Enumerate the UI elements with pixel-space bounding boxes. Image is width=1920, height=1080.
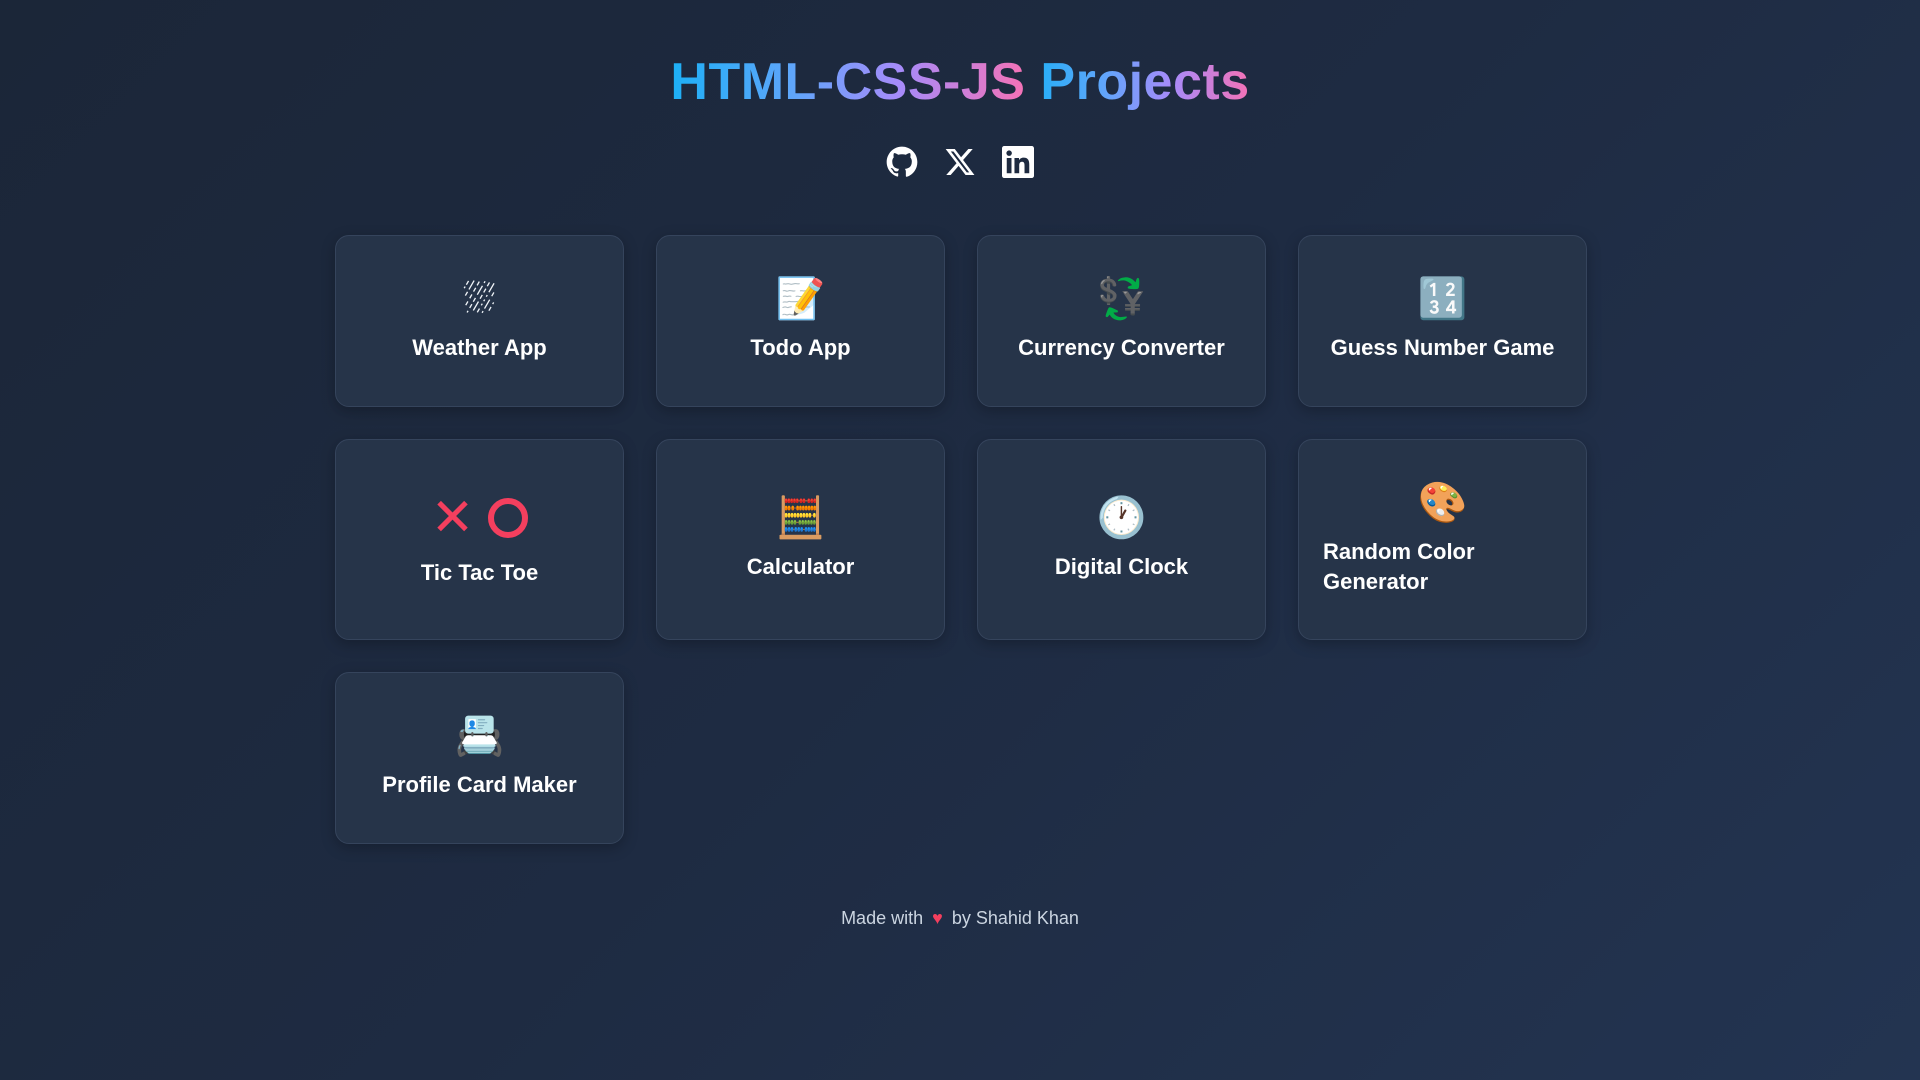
- heart-icon: ♥: [932, 908, 943, 928]
- palette-icon: 🎨: [1417, 480, 1468, 525]
- github-icon: [886, 146, 918, 177]
- x-mark-icon: ✕: [430, 488, 475, 547]
- currency-exchange-icon: 💱: [1096, 277, 1147, 321]
- footer-prefix: Made with: [841, 908, 924, 928]
- project-label: Weather App: [412, 335, 547, 360]
- project-label: Currency Converter: [1018, 335, 1225, 360]
- linkedin-link[interactable]: [1001, 145, 1035, 179]
- project-card-currency-converter[interactable]: 💱 Currency Converter: [977, 235, 1266, 407]
- page-title-part2: Projects: [1025, 53, 1250, 111]
- footer: Made with ♥ by Shahid Khan: [0, 908, 1920, 929]
- project-card-guess-number-game[interactable]: 🔢 Guess Number Game: [1298, 235, 1587, 407]
- linkedin-icon: [1002, 146, 1034, 178]
- project-card-todo-app[interactable]: 📝 Todo App: [656, 235, 945, 407]
- project-card-weather-app[interactable]: ⛆ Weather App: [335, 235, 624, 407]
- x-link[interactable]: [943, 145, 977, 179]
- footer-author: by Shahid Khan: [951, 908, 1079, 928]
- memo-icon: 📝: [775, 277, 826, 321]
- clock-icon: 🕐: [1096, 495, 1147, 540]
- abacus-icon: 🧮: [775, 495, 826, 540]
- project-card-random-color-generator[interactable]: 🎨 Random Color Generator: [1298, 439, 1587, 640]
- card-index-icon: 📇: [454, 714, 505, 758]
- social-links: [0, 145, 1920, 179]
- project-label: Tic Tac Toe: [420, 559, 539, 585]
- project-label: Calculator: [746, 553, 855, 579]
- projects-grid: ⛆ Weather App 📝 Todo App 💱 Currency Conv…: [335, 235, 1587, 844]
- project-card-calculator[interactable]: 🧮 Calculator: [656, 439, 945, 640]
- project-label: Profile Card Maker: [382, 772, 577, 797]
- o-mark-icon: [488, 497, 529, 538]
- page-title: HTML-CSS-JS Projects: [0, 52, 1920, 112]
- project-label: Todo App: [750, 335, 851, 360]
- numbers-icon: 🔢: [1417, 277, 1468, 321]
- project-card-tic-tac-toe[interactable]: ✕ Tic Tac Toe: [335, 439, 624, 640]
- project-card-digital-clock[interactable]: 🕐 Digital Clock: [977, 439, 1266, 640]
- github-link[interactable]: [885, 145, 919, 179]
- page-title-part1: HTML-CSS-JS: [670, 53, 1026, 111]
- x-o-icon: ✕: [431, 492, 529, 544]
- project-label: Guess Number Game: [1330, 335, 1555, 360]
- x-icon: [945, 149, 975, 175]
- cloud-rain-icon: ⛆: [463, 277, 496, 321]
- project-label: Digital Clock: [1054, 553, 1189, 579]
- project-card-profile-card-maker[interactable]: 📇 Profile Card Maker: [335, 672, 624, 844]
- project-label: Random Color Generator: [1323, 538, 1475, 594]
